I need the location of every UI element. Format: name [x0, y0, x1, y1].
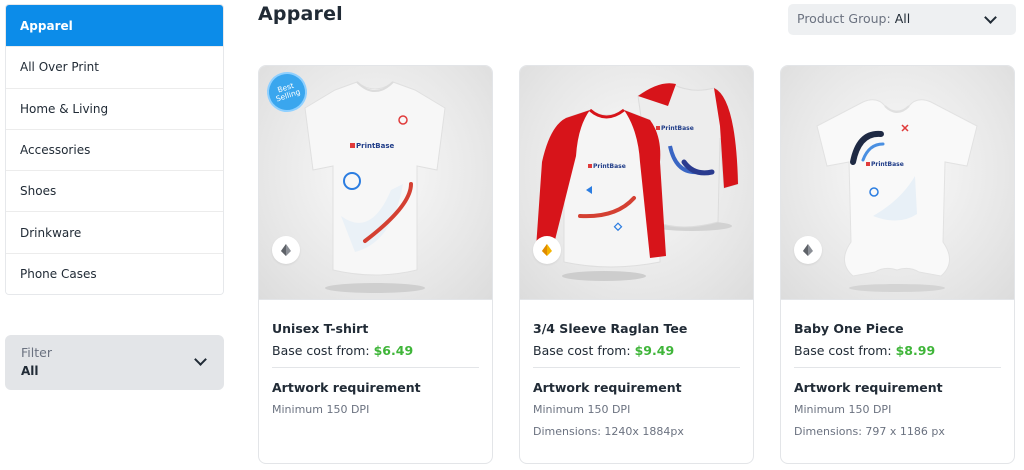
- product-card-baby-one-piece[interactable]: PrintBase Baby One Piece Base cost from:…: [780, 65, 1015, 464]
- base-cost-price: $9.49: [634, 343, 675, 358]
- product-group-label: Product Group:: [797, 11, 891, 26]
- base-cost-price: $8.99: [895, 343, 936, 358]
- onesie-illustration: PrintBase: [816, 99, 978, 292]
- artwork-spec: Minimum 150 DPI: [533, 403, 631, 416]
- sidebar-item-home-living[interactable]: Home & Living: [6, 87, 223, 129]
- divider: [272, 367, 479, 368]
- artwork-spec: Minimum 150 DPI: [272, 403, 370, 416]
- filter-value: All: [21, 364, 39, 378]
- product-card-unisex-tshirt[interactable]: PrintBase Best Selling Unisex T-shirt Ba…: [258, 65, 493, 464]
- base-cost-label: Base cost from:: [272, 343, 370, 358]
- gold-gem-icon: [533, 236, 561, 264]
- brand-text: PrintBase: [593, 163, 626, 170]
- base-cost: Base cost from: $8.99: [794, 343, 1001, 358]
- product-title[interactable]: Baby One Piece: [794, 321, 1001, 336]
- artwork-requirement-title: Artwork requirement: [272, 380, 421, 395]
- filter-dropdown[interactable]: Filter All: [5, 335, 224, 390]
- brand-text: PrintBase: [871, 161, 904, 168]
- brand-text: PrintBase: [356, 142, 395, 150]
- sidebar-item-shoes[interactable]: Shoes: [6, 170, 223, 212]
- chevron-down-icon: [984, 11, 997, 24]
- brand-text: PrintBase: [661, 125, 694, 132]
- artwork-requirement-title: Artwork requirement: [794, 380, 943, 395]
- artwork-spec: Minimum 150 DPI: [794, 403, 892, 416]
- raglan-tee-illustration: PrintBase PrintBase: [536, 83, 739, 281]
- base-cost: Base cost from: $6.49: [272, 343, 479, 358]
- artwork-spec: Dimensions: 1240x 1884px: [533, 425, 684, 438]
- product-title[interactable]: Unisex T-shirt: [272, 321, 479, 336]
- base-cost-label: Base cost from:: [794, 343, 892, 358]
- artwork-spec: Dimensions: 797 x 1186 px: [794, 425, 945, 438]
- gem-icon: [794, 236, 822, 264]
- sidebar-item-apparel[interactable]: Apparel: [6, 5, 223, 47]
- artwork-requirement-title: Artwork requirement: [533, 380, 682, 395]
- base-cost-label: Base cost from:: [533, 343, 631, 358]
- product-group-value: All: [894, 11, 911, 26]
- sidebar-item-all-over-print[interactable]: All Over Print: [6, 46, 223, 88]
- product-image[interactable]: PrintBase Best Selling: [259, 66, 492, 300]
- product-title[interactable]: 3/4 Sleeve Raglan Tee: [533, 321, 740, 336]
- product-group-select[interactable]: Product Group: All: [788, 4, 1016, 35]
- sidebar-item-drinkware[interactable]: Drinkware: [6, 211, 223, 253]
- gem-icon: [272, 236, 300, 264]
- product-image[interactable]: PrintBase: [781, 66, 1014, 300]
- sidebar-item-accessories[interactable]: Accessories: [6, 128, 223, 171]
- divider: [794, 367, 1001, 368]
- base-cost-price: $6.49: [373, 343, 414, 358]
- sidebar-item-phone-cases[interactable]: Phone Cases: [6, 252, 223, 295]
- divider: [533, 367, 740, 368]
- base-cost: Base cost from: $9.49: [533, 343, 740, 358]
- filter-label: Filter: [21, 345, 52, 360]
- product-card-raglan-tee[interactable]: PrintBase PrintBase 3/4 Sleeve Raglan Te…: [519, 65, 754, 464]
- category-sidebar: Apparel All Over Print Home & Living Acc…: [5, 4, 224, 296]
- page-title: Apparel: [258, 3, 343, 25]
- product-image[interactable]: PrintBase PrintBase: [520, 66, 753, 300]
